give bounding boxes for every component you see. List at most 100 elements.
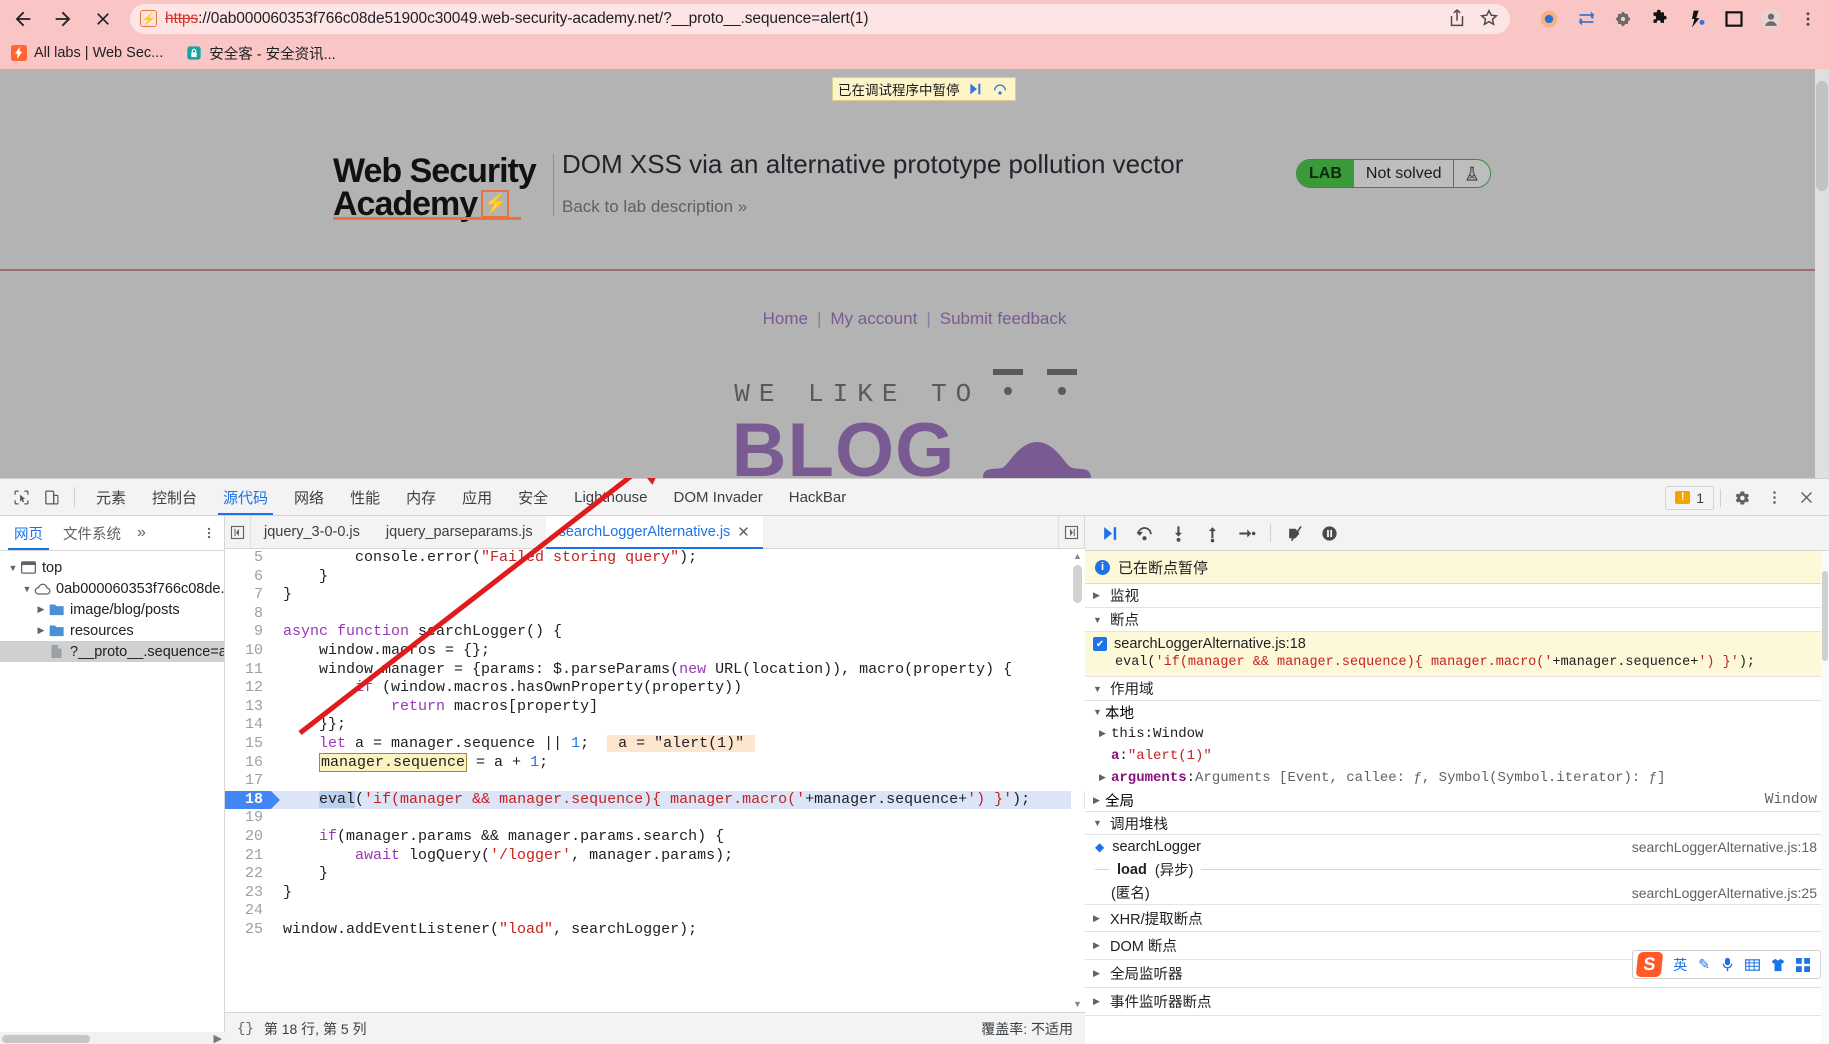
- nav-link-home[interactable]: Home: [763, 309, 808, 328]
- tree-item-folder-resources[interactable]: ▶ resources: [0, 620, 224, 641]
- settings-gear-icon[interactable]: [1727, 483, 1757, 513]
- recorder-icon[interactable]: [1538, 8, 1560, 30]
- navigator-menu-icon[interactable]: [200, 524, 218, 542]
- code-line[interactable]: 24: [225, 902, 1085, 921]
- profile-avatar-icon[interactable]: [1760, 8, 1782, 30]
- tree-item-top[interactable]: ▼ top: [0, 557, 224, 578]
- pause-on-exceptions-icon[interactable]: [1314, 518, 1344, 548]
- chevron-right-icon[interactable]: ▶: [1093, 913, 1104, 924]
- chevron-right-icon[interactable]: ▶: [1099, 729, 1111, 739]
- code-editor[interactable]: 5 console.error("Failed storing query");…: [225, 549, 1085, 1012]
- debugger-scrollbar[interactable]: [1821, 551, 1829, 1044]
- back-arrow-icon[interactable]: [10, 6, 36, 32]
- code-line[interactable]: 21 await logQuery('/logger', manager.par…: [225, 846, 1085, 866]
- close-devtools-icon[interactable]: [1791, 483, 1821, 513]
- code-line[interactable]: 14 }};: [225, 716, 1085, 735]
- section-watch[interactable]: ▶ 监视: [1085, 584, 1829, 608]
- scroll-right-icon[interactable]: ▶: [214, 1032, 222, 1044]
- tab-dom-invader[interactable]: DOM Invader: [661, 479, 776, 515]
- section-call-stack[interactable]: ▼ 调用堆栈: [1085, 811, 1829, 835]
- tabstrip-scroll-left-icon[interactable]: [225, 516, 251, 548]
- scrollbar-thumb[interactable]: [1073, 565, 1082, 603]
- code-line[interactable]: 6 }: [225, 567, 1085, 587]
- scope-local-header[interactable]: ▼ 本地: [1085, 701, 1829, 723]
- code-line[interactable]: 13 return macros[property]: [225, 697, 1085, 717]
- section-xhr-breakpoints[interactable]: ▶ XHR/提取断点: [1085, 904, 1829, 932]
- step-over-icon[interactable]: [991, 80, 1010, 99]
- resume-script-icon[interactable]: [1095, 518, 1125, 548]
- chrome-menu-icon[interactable]: [1797, 8, 1819, 30]
- step-icon[interactable]: [1231, 518, 1261, 548]
- code-line[interactable]: 15 let a = manager.sequence || 1; a = "a…: [225, 734, 1085, 754]
- navigator-horizontal-scrollbar[interactable]: ▶: [0, 1032, 225, 1044]
- scrollbar-thumb[interactable]: [2, 1035, 90, 1043]
- code-line[interactable]: 17: [225, 772, 1085, 791]
- code-line[interactable]: 25 window.addEventListener("load", search…: [225, 920, 1085, 940]
- scroll-up-icon[interactable]: ▲: [1072, 551, 1083, 562]
- chevron-right-icon[interactable]: ▶: [1093, 996, 1104, 1007]
- tab-security[interactable]: 安全: [505, 479, 561, 515]
- ime-keyboard-icon[interactable]: [1745, 958, 1760, 971]
- tree-item-folder-images[interactable]: ▶ image/blog/posts: [0, 599, 224, 620]
- source-tab-searchloggeralternative[interactable]: searchLoggerAlternative.js ✕: [545, 516, 764, 549]
- source-tab-jquery-parseparams[interactable]: jquery_parseparams.js: [373, 516, 546, 548]
- code-line[interactable]: 10 window.macros = {};: [225, 641, 1085, 661]
- code-line[interactable]: 12 if (window.macros.hasOwnProperty(prop…: [225, 679, 1085, 698]
- ime-voice-icon[interactable]: [1721, 957, 1734, 972]
- code-line[interactable]: 20 if(manager.params && manager.params.s…: [225, 827, 1085, 847]
- bookmark-item[interactable]: All labs | Web Sec...: [10, 45, 163, 62]
- scope-row-a[interactable]: a: "alert(1)": [1085, 745, 1829, 767]
- chevron-right-icon[interactable]: ▶: [1093, 795, 1105, 806]
- chevron-down-icon[interactable]: ▼: [1093, 818, 1104, 828]
- nav-link-submit-feedback[interactable]: Submit feedback: [940, 309, 1067, 328]
- tab-console[interactable]: 控制台: [139, 479, 210, 515]
- sogou-ime-logo-icon[interactable]: S: [1635, 952, 1664, 977]
- ime-skin-icon[interactable]: [1771, 958, 1785, 972]
- step-into-icon[interactable]: [1163, 518, 1193, 548]
- chevron-right-icon[interactable]: ▶: [1093, 940, 1104, 951]
- chevron-down-icon[interactable]: ▼: [1093, 707, 1105, 717]
- nav-link-my-account[interactable]: My account: [830, 309, 917, 328]
- forward-arrow-icon[interactable]: [50, 6, 76, 32]
- tabstrip-scroll-right-icon[interactable]: [1058, 516, 1084, 548]
- tab-application[interactable]: 应用: [449, 479, 505, 515]
- extensions-puzzle-icon[interactable]: [1649, 8, 1671, 30]
- chevron-down-icon[interactable]: ▼: [6, 563, 20, 573]
- stop-loading-icon[interactable]: [90, 6, 116, 32]
- devtools-menu-icon[interactable]: [1759, 483, 1789, 513]
- code-line[interactable]: 11 window.manager = {params: $.parsePara…: [225, 660, 1085, 680]
- breakpoint-checkbox[interactable]: ✔: [1093, 637, 1107, 651]
- chevron-right-icon[interactable]: ▶: [1099, 773, 1111, 783]
- scope-row-arguments[interactable]: ▶ arguments: Arguments [Event, callee: ƒ…: [1085, 767, 1829, 789]
- nav-tab-filesystem[interactable]: 文件系统: [53, 516, 131, 550]
- code-line[interactable]: 22 }: [225, 865, 1085, 884]
- bug-icon[interactable]: [1612, 8, 1634, 30]
- scroll-down-icon[interactable]: ▼: [1072, 999, 1083, 1010]
- nav-tab-page[interactable]: 网页: [4, 516, 53, 550]
- address-bar[interactable]: ⚡ https://0ab000060353f766c08de51900c300…: [130, 3, 1510, 34]
- code-line[interactable]: 19: [225, 809, 1085, 828]
- inspect-element-icon[interactable]: [6, 482, 36, 512]
- bookmark-item[interactable]: 安全客 - 安全资讯...: [185, 43, 336, 64]
- tab-performance[interactable]: 性能: [337, 479, 393, 515]
- chevron-right-icon[interactable]: ▶: [1093, 968, 1104, 979]
- call-stack-frame[interactable]: ◆ searchLogger searchLoggerAlternative.j…: [1085, 835, 1829, 858]
- bookmark-star-icon[interactable]: [1478, 7, 1502, 31]
- page-scrollbar-thumb[interactable]: [1816, 81, 1828, 191]
- tab-network[interactable]: 网络: [281, 479, 337, 515]
- scope-row-this[interactable]: ▶ this: Window: [1085, 723, 1829, 745]
- chevron-right-icon[interactable]: ▶: [34, 625, 48, 636]
- tab-hackbar[interactable]: HackBar: [776, 479, 860, 515]
- chevron-right-icon[interactable]: ▶: [1093, 590, 1104, 601]
- call-stack-frame[interactable]: (匿名) searchLoggerAlternative.js:25: [1085, 881, 1829, 904]
- step-out-icon[interactable]: [1197, 518, 1227, 548]
- flask-icon[interactable]: [1454, 160, 1491, 187]
- tab-lighthouse[interactable]: Lighthouse: [561, 479, 660, 515]
- code-line[interactable]: 8: [225, 604, 1085, 624]
- code-line[interactable]: 16 manager.sequence = a + 1;: [225, 752, 1085, 773]
- ime-punctuation-icon[interactable]: ✎: [1698, 956, 1710, 973]
- code-line[interactable]: 9 async function searchLogger() {: [225, 623, 1085, 642]
- section-scope[interactable]: ▼ 作用域: [1085, 677, 1829, 701]
- chevron-down-icon[interactable]: ▼: [1093, 684, 1104, 694]
- chevron-right-icon[interactable]: ▶: [34, 604, 48, 615]
